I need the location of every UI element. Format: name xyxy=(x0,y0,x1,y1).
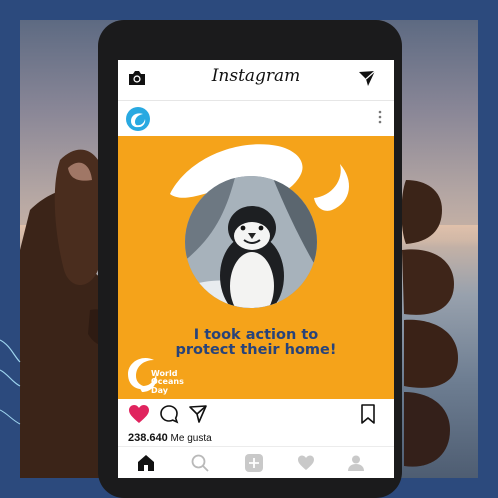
likes-label: Me gusta xyxy=(170,433,212,444)
headline-line-1: I took action to xyxy=(193,327,319,343)
heart-icon[interactable] xyxy=(128,404,150,429)
post-image[interactable]: I took action to protect their home! Wor… xyxy=(118,136,394,399)
world-oceans-day-wordmark: World Oceans Day xyxy=(151,369,184,395)
likes-number: 238.640 xyxy=(128,432,168,444)
post-header xyxy=(118,100,394,137)
headline-line-2: protect their home! xyxy=(175,342,337,358)
bottom-navigation xyxy=(118,446,394,478)
post-headline: I took action to protect their home! xyxy=(118,328,394,358)
poster-frame: Instagram I took action to protect their… xyxy=(0,0,498,498)
penguin-logo-graphic xyxy=(128,144,350,392)
avatar[interactable] xyxy=(126,107,150,131)
instagram-logo: Instagram xyxy=(211,66,301,86)
likes-count[interactable]: 238.640 Me gusta xyxy=(128,432,212,444)
home-icon[interactable] xyxy=(136,453,158,475)
add-icon[interactable] xyxy=(244,453,266,475)
comment-icon[interactable] xyxy=(159,404,179,429)
bookmark-icon[interactable] xyxy=(360,404,376,429)
instagram-screen: Instagram I took action to protect their… xyxy=(118,60,394,478)
instagram-top-bar: Instagram xyxy=(118,60,394,98)
post-actions xyxy=(118,399,394,429)
more-options-icon[interactable] xyxy=(376,110,384,126)
share-icon[interactable] xyxy=(188,404,208,429)
send-icon[interactable] xyxy=(358,70,376,92)
activity-icon[interactable] xyxy=(296,453,318,475)
profile-icon[interactable] xyxy=(346,453,368,475)
search-icon[interactable] xyxy=(190,453,212,475)
wordmark-line-3: Day xyxy=(151,385,169,395)
